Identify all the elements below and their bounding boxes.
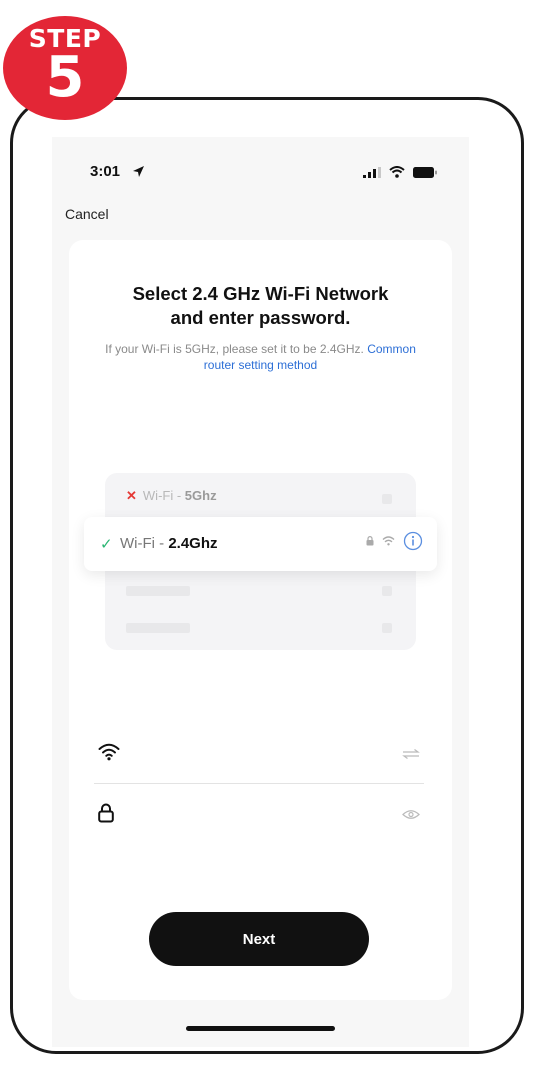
- status-icons: [363, 166, 437, 178]
- eye-icon[interactable]: [402, 809, 420, 820]
- lock-small-icon: [366, 536, 374, 546]
- page-title: Select 2.4 GHz Wi-Fi Network and enter p…: [69, 282, 452, 330]
- home-indicator: [186, 1026, 335, 1031]
- step-badge: STEP 5: [3, 16, 127, 120]
- wifi-name-field[interactable]: [94, 743, 424, 784]
- page-subtitle: If your Wi-Fi is 5GHz, please set it to …: [89, 341, 432, 373]
- error-x-icon: ✕: [126, 488, 137, 503]
- subtitle-text: If your Wi-Fi is 5GHz, please set it to …: [105, 342, 368, 356]
- placeholder-bar: [126, 586, 190, 596]
- checkmark-icon: ✓: [100, 536, 113, 553]
- setup-card: Select 2.4 GHz Wi-Fi Network and enter p…: [69, 240, 452, 1000]
- network-24ghz-prefix: Wi-Fi -: [120, 535, 169, 552]
- status-time: 3:01: [90, 163, 121, 180]
- wifi-icon: [98, 743, 120, 761]
- network-5ghz-prefix: Wi-Fi -: [142, 488, 185, 503]
- placeholder-square: [382, 586, 392, 596]
- step-number: 5: [45, 45, 85, 110]
- placeholder-bar: [126, 623, 190, 633]
- location-arrow-icon: [133, 166, 144, 177]
- switch-network-icon[interactable]: [402, 749, 420, 759]
- network-item-24ghz: ✓ Wi-Fi - 2.4Ghz: [84, 517, 437, 571]
- cellular-signal-icon: [363, 166, 381, 178]
- info-icon[interactable]: [403, 531, 423, 551]
- network-24ghz-band: 2.4Ghz: [168, 535, 218, 552]
- password-field[interactable]: [94, 803, 424, 843]
- phone-screen: 3:01 Cancel Select 2.4 GHz Wi-Fi Network…: [52, 137, 469, 1047]
- wifi-status-icon: [389, 166, 405, 178]
- title-line-1: Select 2.4 GHz Wi-Fi Network: [132, 283, 389, 304]
- battery-icon: [413, 166, 437, 178]
- cancel-button[interactable]: Cancel: [65, 206, 109, 222]
- title-line-2: and enter password.: [170, 307, 351, 328]
- network-item-5ghz: ✕ Wi-Fi - 5Ghz: [126, 488, 217, 504]
- placeholder-square: [382, 623, 392, 633]
- lock-icon: [98, 803, 114, 823]
- wifi-small-icon: [382, 536, 395, 546]
- network-5ghz-band: 5Ghz: [184, 488, 217, 503]
- next-button[interactable]: Next: [149, 912, 369, 966]
- placeholder-square: [382, 494, 392, 504]
